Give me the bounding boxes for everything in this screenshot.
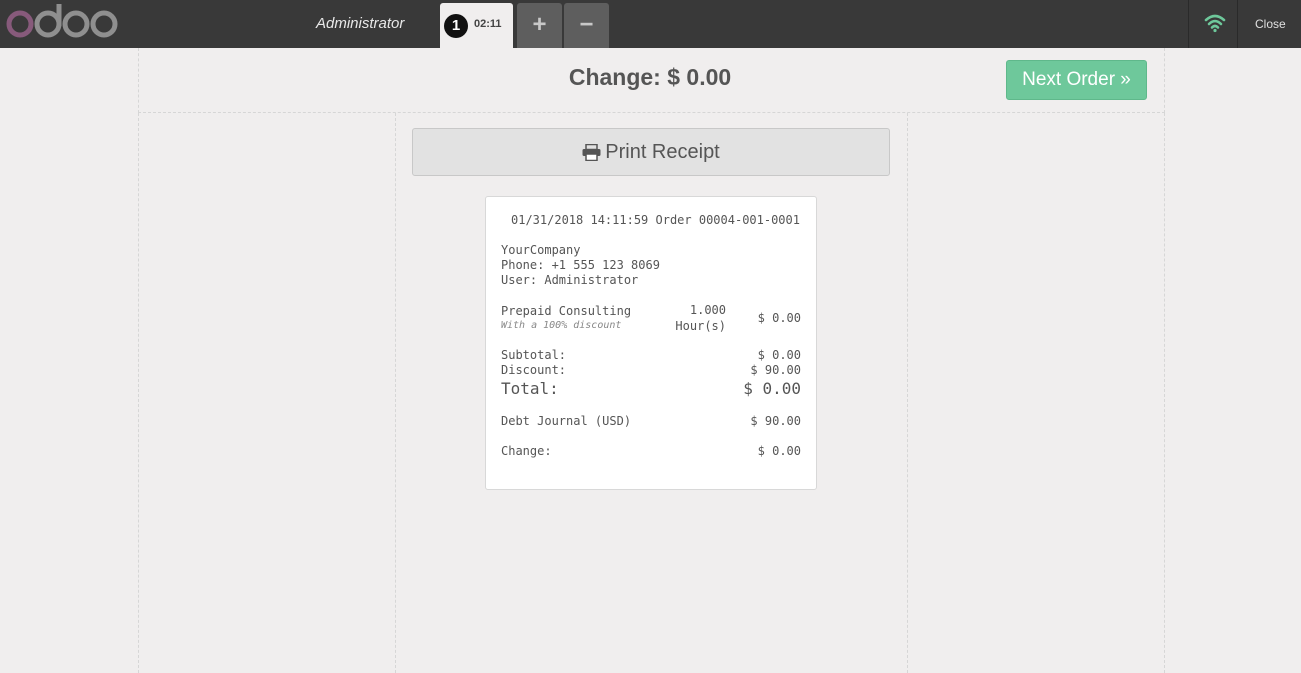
odoo-logo [6,4,118,38]
pos-topbar: Administrator 1 02:11 + − Close [0,0,1301,48]
order-sequence-badge: 1 [444,14,468,38]
order-tab[interactable]: 1 02:11 [440,3,513,48]
order-time: 02:11 [474,18,502,30]
receipt-company: YourCompany [501,243,581,257]
receipt-payment-label: Debt Journal (USD) [501,414,632,428]
receipt-line-product: Prepaid Consulting [501,304,632,318]
receipt-user: User: Administrator [501,273,639,287]
receipt-line-price: $ 0.00 [757,311,801,325]
print-receipt-button[interactable]: Print Receipt [412,128,890,176]
header-divider [1237,0,1238,48]
receipt-subtotal-label: Subtotal: [501,348,567,362]
receipt-line-qty: 1.000 [689,303,726,317]
receipt-change-label: Change: [501,444,552,458]
add-order-button[interactable]: + [517,3,562,48]
next-order-button[interactable]: Next Order » [1006,60,1147,100]
header-divider [1188,0,1189,48]
receipt-change-value: $ 0.00 [757,444,801,458]
print-icon [582,144,601,162]
print-receipt-label: Print Receipt [605,141,720,163]
receipt-total-label: Total: [501,379,559,398]
receipt-total-value: $ 0.00 [743,379,801,398]
receipt-line-note: With a 100% discount [501,320,622,331]
receipt: 01/31/2018 14:11:59 Order 00004-001-0001… [485,196,817,490]
receipt-line-uom: Hour(s) [675,319,726,333]
cashier-name[interactable]: Administrator [316,15,404,32]
receipt-phone: Phone: +1 555 123 8069 [501,258,660,272]
receipt-header: 01/31/2018 14:11:59 Order 00004-001-0001 [511,213,800,227]
receipt-subtotal-value: $ 0.00 [757,348,801,362]
change-title: Change: $ 0.00 [568,64,732,90]
close-button[interactable]: Close [1255,17,1286,31]
wifi-icon [1204,14,1226,33]
receipt-discount-label: Discount: [501,363,567,377]
remove-order-button[interactable]: − [564,3,609,48]
receipt-discount-value: $ 90.00 [750,363,801,377]
receipt-payment-value: $ 90.00 [750,414,801,428]
